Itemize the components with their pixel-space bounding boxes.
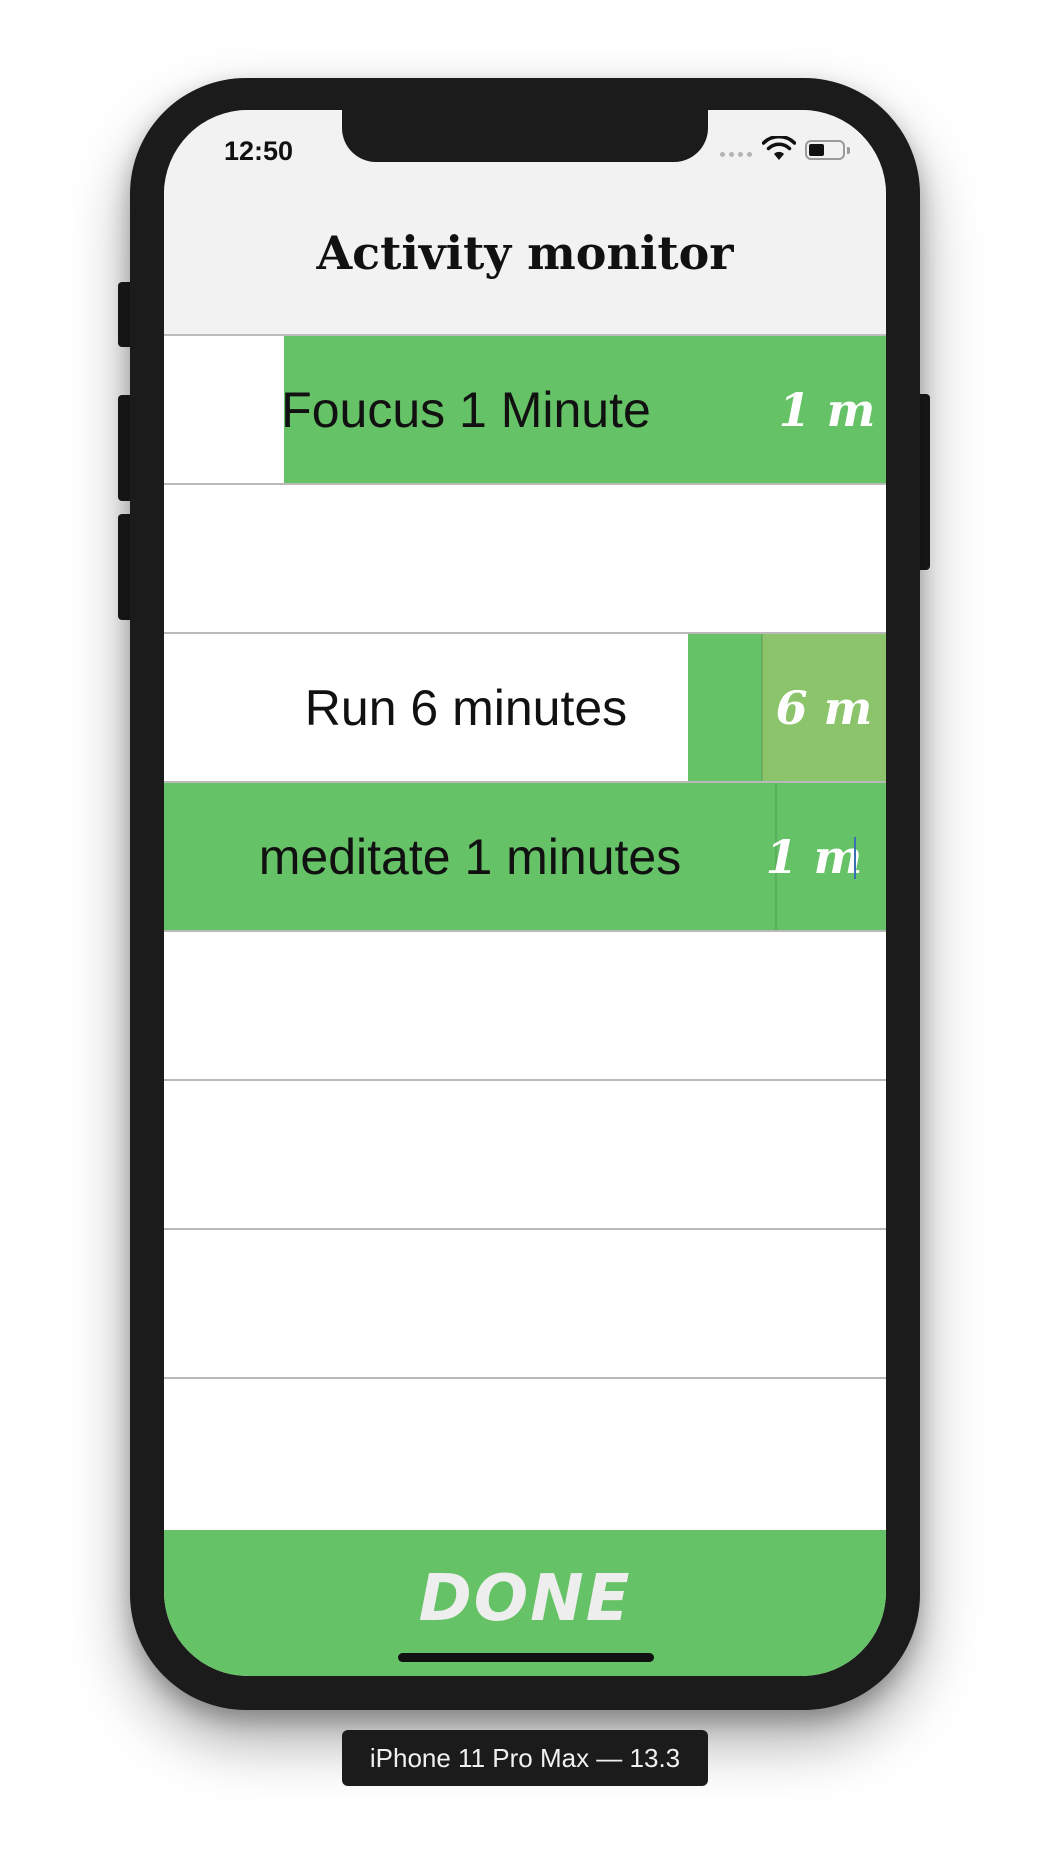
device-caption: iPhone 11 Pro Max — 13.3 bbox=[342, 1730, 708, 1786]
activity-row[interactable]: meditate 1 minutes 1 m bbox=[164, 783, 886, 932]
text-cursor bbox=[854, 837, 856, 879]
activity-duration: 1 m bbox=[778, 382, 876, 437]
app-screen: 12:50 Activity monitor Foucus 1 Minute 1… bbox=[164, 110, 886, 1676]
activity-label: Foucus 1 Minute bbox=[281, 381, 651, 438]
home-indicator[interactable] bbox=[398, 1653, 654, 1662]
activity-label: meditate 1 minutes bbox=[258, 828, 682, 885]
activity-list: Foucus 1 Minute 1 m Run 6 minutes 6 m me… bbox=[164, 336, 886, 1528]
navigation-header: 12:50 Activity monitor bbox=[164, 110, 886, 336]
activity-duration: 1 m bbox=[765, 829, 863, 884]
activity-row[interactable]: Foucus 1 Minute 1 m bbox=[164, 336, 886, 485]
notch bbox=[342, 110, 708, 162]
activity-row-empty[interactable] bbox=[164, 1379, 886, 1528]
activity-row-empty[interactable] bbox=[164, 1081, 886, 1230]
activity-row-empty[interactable] bbox=[164, 1230, 886, 1379]
activity-row-empty[interactable] bbox=[164, 932, 886, 1081]
simulator-stage: 12:50 Activity monitor Foucus 1 Minute 1… bbox=[0, 0, 1050, 1860]
activity-duration: 6 m bbox=[775, 680, 873, 735]
page-title: Activity monitor bbox=[316, 226, 734, 280]
done-button-label: DONE bbox=[418, 1562, 632, 1636]
status-time: 12:50 bbox=[224, 136, 294, 166]
activity-label: Run 6 minutes bbox=[304, 679, 628, 736]
wifi-icon bbox=[762, 136, 796, 160]
activity-row[interactable]: Run 6 minutes 6 m bbox=[164, 634, 886, 783]
activity-row-empty[interactable] bbox=[164, 485, 886, 634]
battery-icon bbox=[805, 140, 850, 160]
cellular-signal-icon bbox=[720, 152, 752, 157]
